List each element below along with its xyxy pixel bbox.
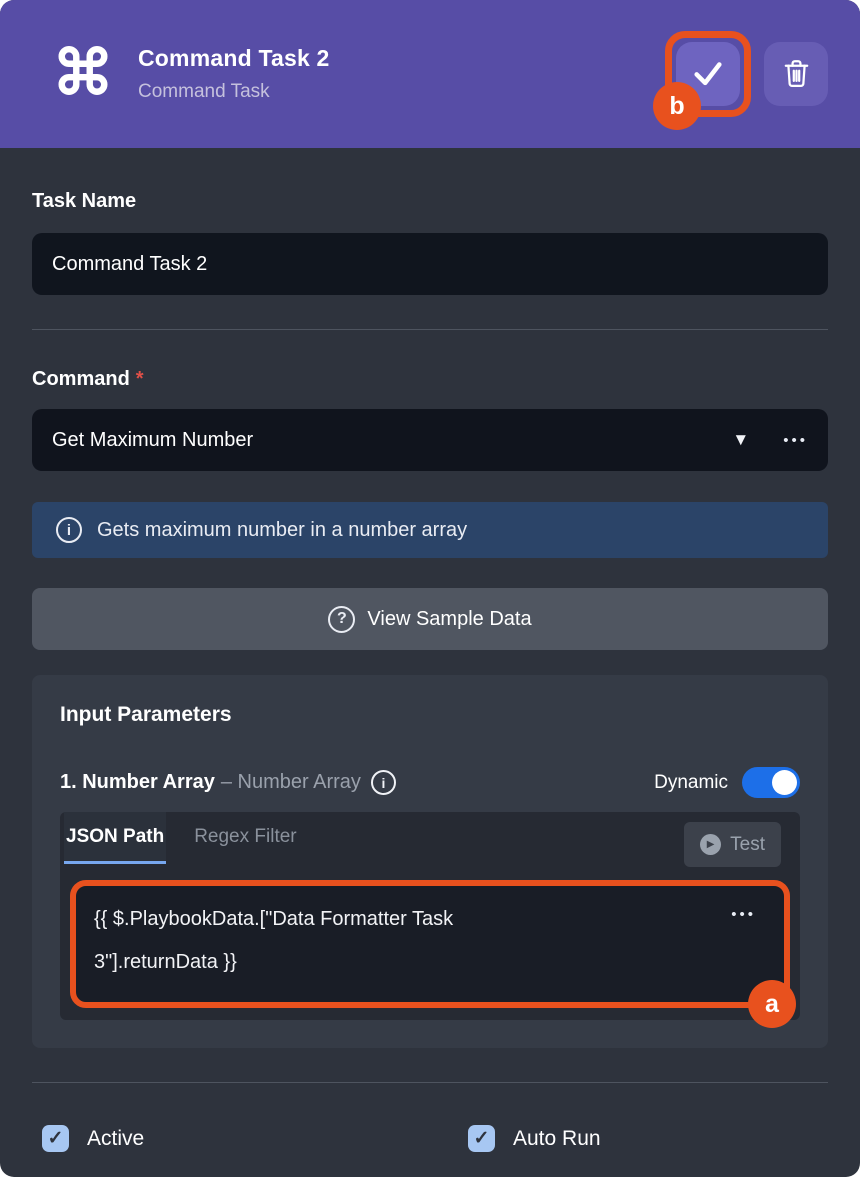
active-label: Active [87,1127,144,1151]
json-path-field-annotated: {{ $.PlaybookData.["Data Formatter Task … [70,880,790,1008]
task-name-label: Task Name [32,190,828,213]
json-path-input[interactable]: {{ $.PlaybookData.["Data Formatter Task … [76,886,636,996]
task-body: Task Name Command * Get Maximum Number ▼ … [0,190,860,1152]
json-path-ellipsis-icon[interactable]: ••• [731,906,756,923]
test-button-label: Test [730,834,765,856]
header-actions: b [676,42,828,106]
play-icon: ▶ [700,834,721,855]
view-sample-data-label: View Sample Data [367,608,531,631]
delete-button[interactable] [764,42,828,106]
check-icon [691,56,725,93]
task-title: Command Task 2 [138,45,676,72]
parameter-name: 1. Number Array [60,771,215,794]
input-parameters-panel: Input Parameters 1. Number Array – Numbe… [32,675,828,1048]
header-titles: Command Task 2 Command Task [138,45,676,103]
parameter-row: 1. Number Array – Number Array i Dynamic [60,767,800,798]
task-config-panel: ⌘ Command Task 2 Command Task b [0,0,860,1177]
parameter-input-tabpanel: JSON Path Regex Filter ▶ Test {{ $.Playb… [60,812,800,1020]
info-icon: i [56,517,82,543]
command-label-text: Command [32,368,130,390]
divider [32,329,828,330]
command-select[interactable]: Get Maximum Number ▼ ••• [32,409,828,471]
toggle-knob [772,770,797,795]
auto-run-checkbox[interactable]: ✓ [468,1125,495,1152]
dynamic-label: Dynamic [654,772,728,794]
auto-run-label: Auto Run [513,1127,601,1151]
divider [32,1082,828,1083]
test-button[interactable]: ▶ Test [684,822,781,867]
task-header: ⌘ Command Task 2 Command Task b [0,0,860,148]
task-footer: ✓ Active ✓ Auto Run [32,1125,828,1152]
command-menu-ellipsis-icon[interactable]: ••• [783,432,808,449]
parameter-info-icon[interactable]: i [371,770,396,795]
parameter-type: – Number Array [221,771,361,794]
dynamic-toggle-group: Dynamic [654,767,800,798]
required-marker: * [136,368,144,390]
question-icon: ? [328,606,355,633]
command-description: Gets maximum number in a number array [97,519,467,542]
task-name-input[interactable] [32,233,828,295]
command-label: Command * [32,368,828,391]
trash-icon [783,58,810,91]
command-icon: ⌘ [52,43,114,105]
active-checkbox[interactable]: ✓ [42,1125,69,1152]
view-sample-data-button[interactable]: ? View Sample Data [32,588,828,650]
chevron-down-icon[interactable]: ▼ [732,430,749,450]
command-selected-value: Get Maximum Number [52,429,732,452]
tab-json-path[interactable]: JSON Path [64,812,166,864]
input-parameters-heading: Input Parameters [60,703,800,727]
auto-run-checkbox-group[interactable]: ✓ Auto Run [468,1125,601,1152]
task-subtitle: Command Task [138,81,676,103]
annotation-badge-b: b [653,82,701,130]
annotation-badge-a: a [748,980,796,1028]
confirm-button-annotated: b [676,42,740,106]
tab-regex-filter[interactable]: Regex Filter [192,812,298,864]
command-description-banner: i Gets maximum number in a number array [32,502,828,558]
active-checkbox-group[interactable]: ✓ Active [42,1125,468,1152]
dynamic-toggle[interactable] [742,767,800,798]
